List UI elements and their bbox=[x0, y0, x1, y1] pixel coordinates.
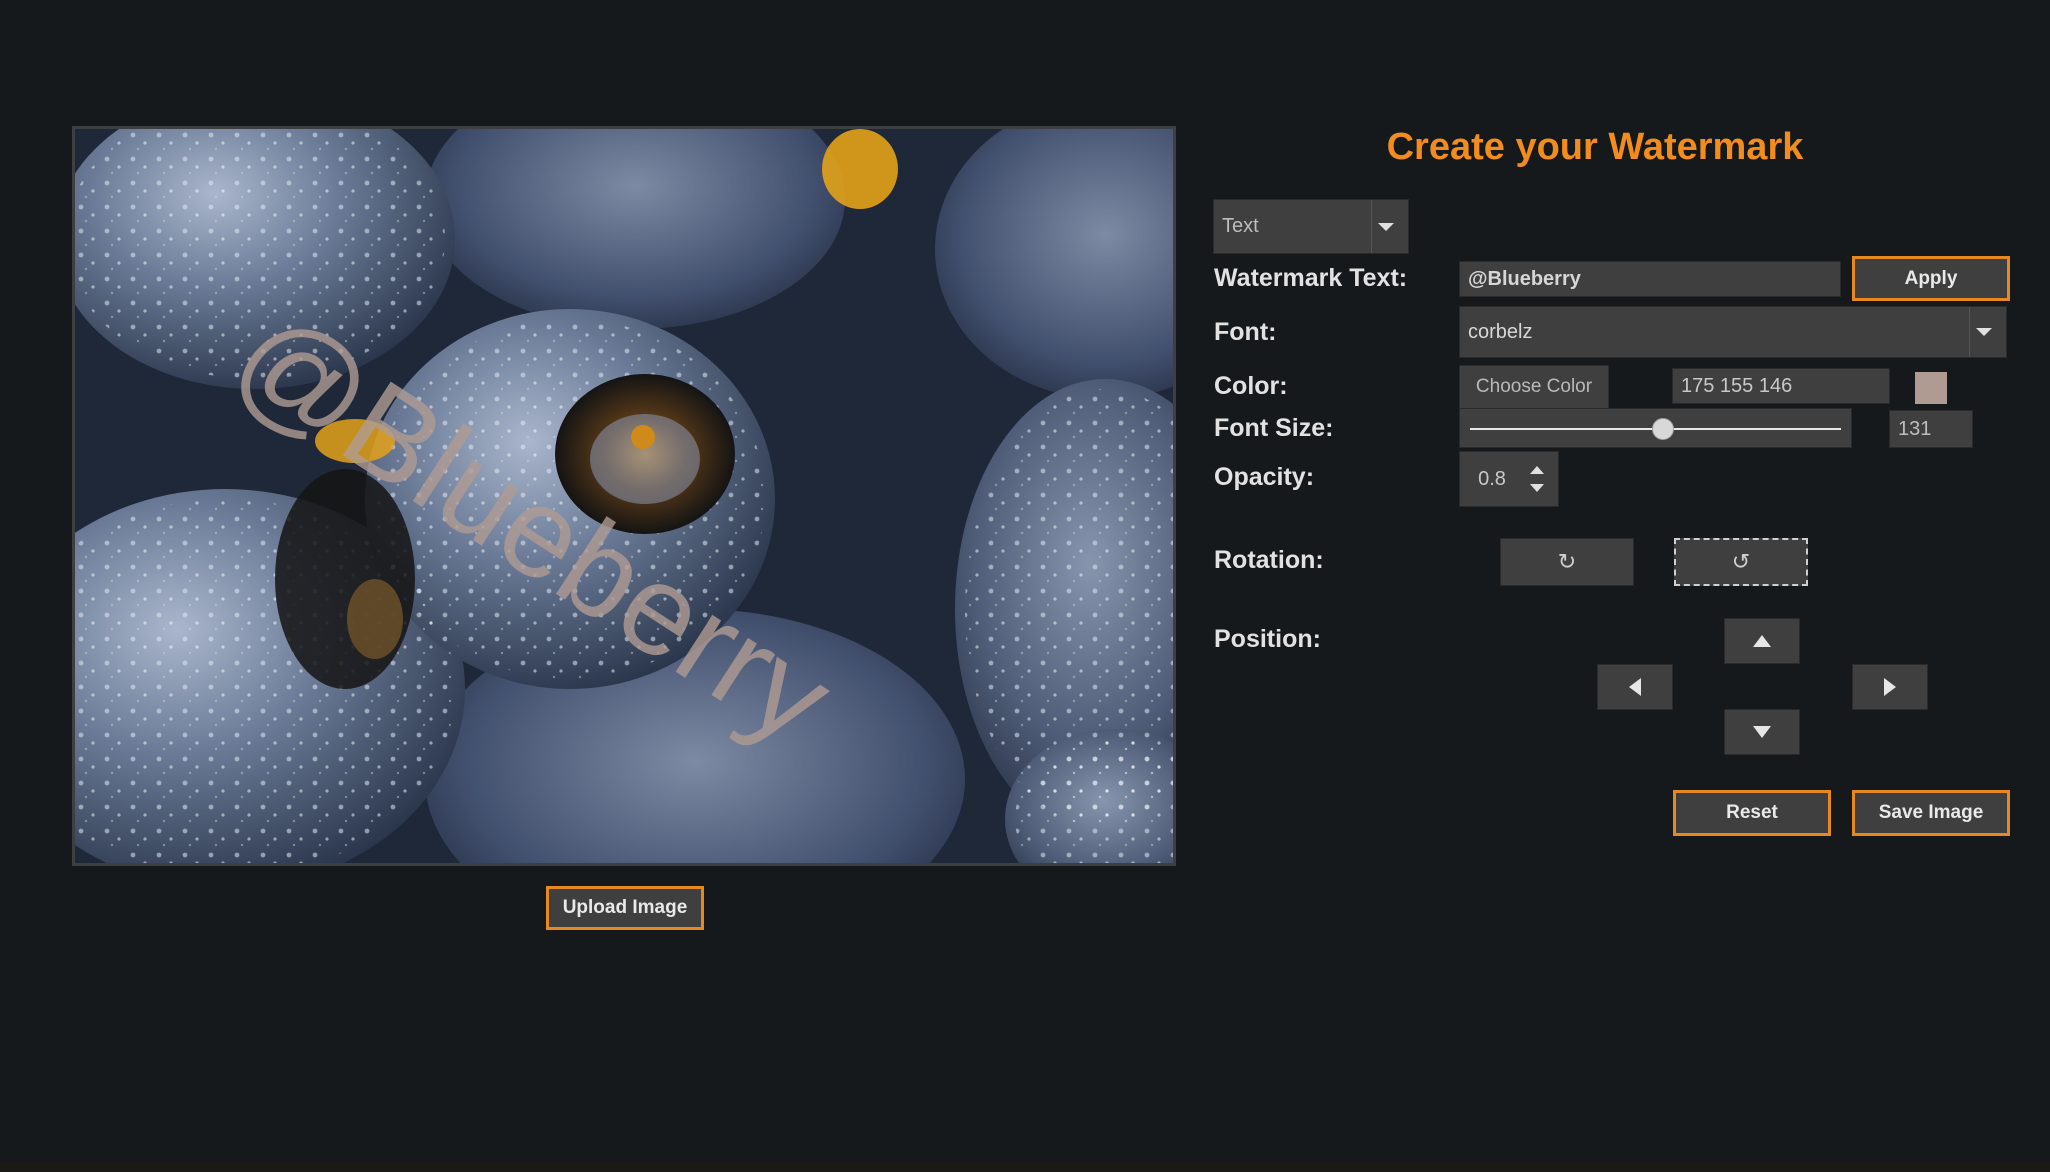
rotate-counterclockwise-button[interactable]: ↺ bbox=[1674, 538, 1808, 586]
rotate-clockwise-icon: ↻ bbox=[1557, 549, 1577, 574]
page-title: Create your Watermark bbox=[1386, 126, 1804, 168]
color-swatch bbox=[1915, 372, 1947, 404]
watermark-app: @Blueberry Upload Image Create your Wate… bbox=[0, 0, 2050, 1162]
spinner-down-icon[interactable] bbox=[1530, 484, 1544, 492]
color-label: Color: bbox=[1214, 372, 1288, 400]
font-select[interactable]: corbelz bbox=[1459, 306, 2007, 358]
arrow-right-icon bbox=[1884, 678, 1896, 696]
reset-button[interactable]: Reset bbox=[1673, 790, 1831, 836]
choose-color-button[interactable]: Choose Color bbox=[1459, 365, 1609, 409]
font-size-slider[interactable] bbox=[1459, 408, 1852, 448]
rotate-counterclockwise-icon: ↺ bbox=[1731, 549, 1751, 574]
watermark-text-label: Watermark Text: bbox=[1214, 264, 1408, 292]
apply-button[interactable]: Apply bbox=[1852, 256, 2010, 301]
opacity-label: Opacity: bbox=[1214, 463, 1315, 491]
watermark-text-input[interactable]: @Blueberry bbox=[1459, 261, 1841, 297]
chevron-down-icon bbox=[1378, 222, 1394, 231]
color-rgb-field[interactable]: 175 155 146 bbox=[1672, 368, 1890, 404]
spinner-up-icon[interactable] bbox=[1530, 466, 1544, 474]
rotation-label: Rotation: bbox=[1214, 546, 1324, 574]
move-left-button[interactable] bbox=[1597, 664, 1673, 710]
opacity-spinner[interactable]: 0.8 bbox=[1459, 451, 1559, 507]
arrow-up-icon bbox=[1753, 635, 1771, 647]
image-preview: @Blueberry bbox=[72, 126, 1176, 866]
font-size-label: Font Size: bbox=[1214, 414, 1334, 442]
position-label: Position: bbox=[1214, 625, 1321, 653]
chevron-down-icon bbox=[1976, 328, 1992, 336]
font-select-value: corbelz bbox=[1468, 320, 1533, 343]
opacity-value: 0.8 bbox=[1478, 467, 1506, 490]
rotate-clockwise-button[interactable]: ↻ bbox=[1500, 538, 1634, 586]
watermark-type-select[interactable]: Text bbox=[1213, 199, 1409, 254]
font-size-input[interactable]: 131 bbox=[1889, 410, 1973, 448]
upload-image-button[interactable]: Upload Image bbox=[546, 886, 704, 930]
save-image-button[interactable]: Save Image bbox=[1852, 790, 2010, 836]
move-up-button[interactable] bbox=[1724, 618, 1800, 664]
move-down-button[interactable] bbox=[1724, 709, 1800, 755]
watermark-type-value: Text bbox=[1222, 215, 1259, 237]
move-right-button[interactable] bbox=[1852, 664, 1928, 710]
arrow-left-icon bbox=[1629, 678, 1641, 696]
font-label: Font: bbox=[1214, 318, 1277, 346]
bottom-strip bbox=[0, 1162, 2050, 1172]
blueberry-photo: @Blueberry bbox=[75, 129, 1173, 863]
arrow-down-icon bbox=[1753, 726, 1771, 738]
slider-thumb[interactable] bbox=[1651, 418, 1674, 440]
